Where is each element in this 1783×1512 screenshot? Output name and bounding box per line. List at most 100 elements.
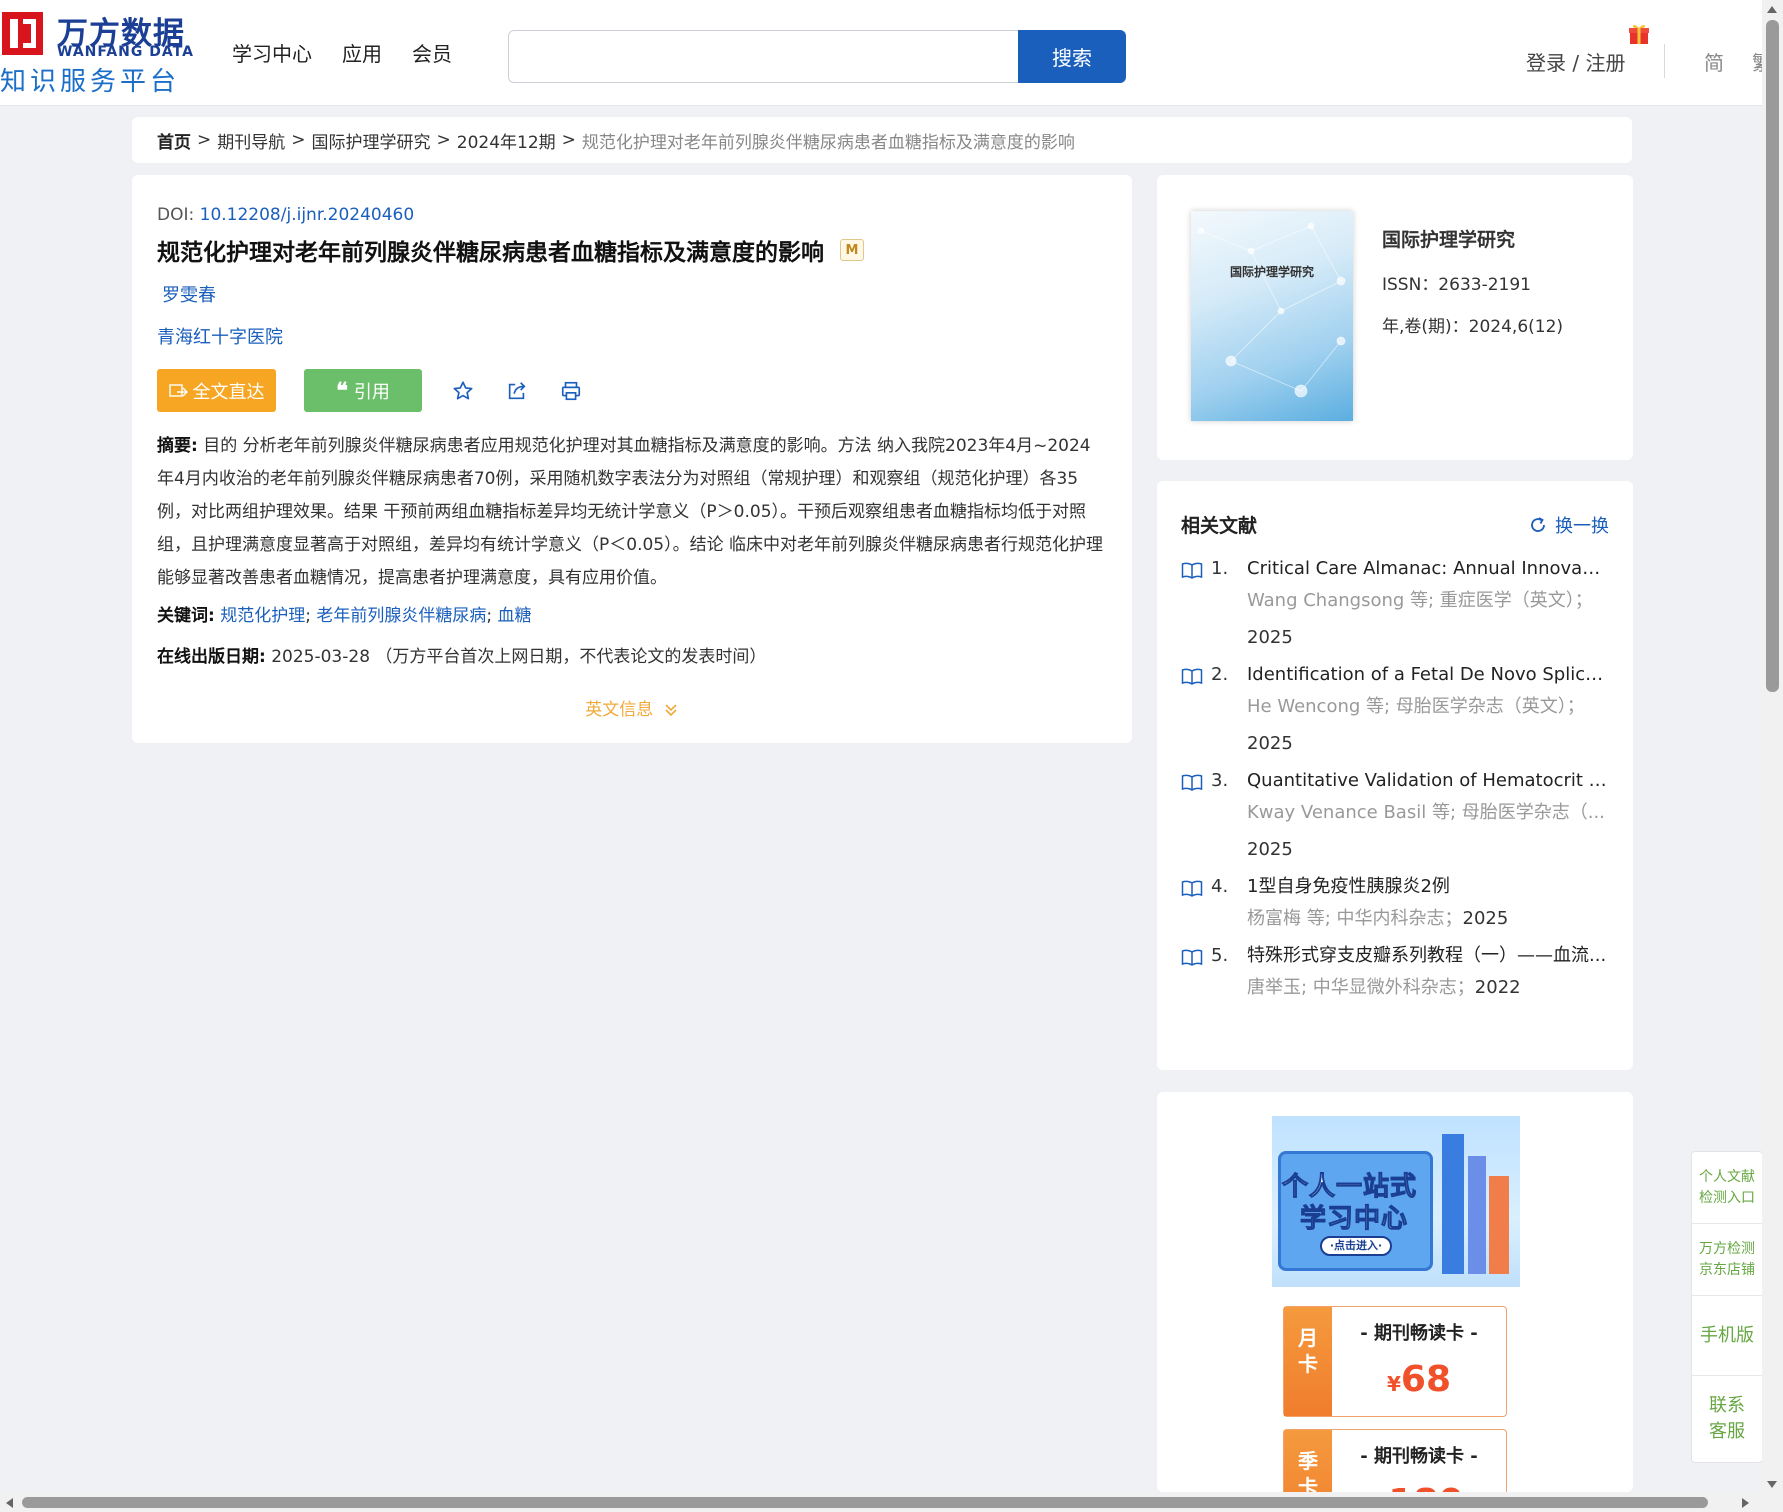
item-number: 5. xyxy=(1211,945,1229,966)
related-literature-card: 相关文献 换一换 1. Critical Care Almanac: Annua… xyxy=(1157,481,1633,1070)
card-type-label: 月卡 xyxy=(1298,1326,1318,1376)
journal-name-link[interactable]: 国际护理学研究 xyxy=(1382,225,1515,252)
nav-membership[interactable]: 会员 xyxy=(412,38,452,67)
organization-link[interactable]: 青海红十字医院 xyxy=(157,323,1107,349)
online-publish-date: 在线出版日期: 2025-03-28 （万方平台首次上网日期，不代表论文的发表时… xyxy=(157,642,1107,667)
list-item[interactable]: 3. Quantitative Validation of Hematocrit… xyxy=(1181,768,1609,868)
personal-check-entry[interactable]: 个人文献检测入口 xyxy=(1692,1152,1762,1224)
related-header: 相关文献 换一换 xyxy=(1181,511,1609,538)
keyword-link[interactable]: 规范化护理 xyxy=(220,606,305,626)
main-nav: 学习中心 应用 会员 xyxy=(232,38,452,67)
breadcrumb-journal[interactable]: 国际护理学研究 xyxy=(312,128,431,153)
abstract: 摘要: 目的 分析老年前列腺炎伴糖尿病患者应用规范化护理对其血糖指标及满意度的影… xyxy=(157,430,1107,595)
quote-icon: ❝ xyxy=(336,377,348,403)
monthly-card-offer[interactable]: 月卡 - 期刊畅读卡 - ¥68 xyxy=(1283,1306,1507,1417)
related-title-link[interactable]: Identification of a Fetal De Novo Splice… xyxy=(1247,662,1607,688)
fulltext-label: 全文直达 xyxy=(192,381,265,402)
journal-volume: 年,卷(期)：2024,6(12) xyxy=(1382,317,1564,337)
doi-label: DOI: xyxy=(157,205,195,225)
cover-network-pattern xyxy=(1197,222,1346,398)
card-type-label: 季卡 xyxy=(1298,1449,1318,1492)
related-title-link[interactable]: 1型自身免疫性胰腺炎2例 xyxy=(1247,874,1607,900)
journal-cover-image[interactable]: 国际护理学研究 xyxy=(1191,211,1353,421)
list-item[interactable]: 1. Critical Care Almanac: Annual Innovat… xyxy=(1181,556,1609,656)
favorite-star-icon[interactable] xyxy=(450,378,476,404)
refresh-button[interactable]: 换一换 xyxy=(1529,512,1609,538)
search-input[interactable] xyxy=(508,30,1018,83)
related-year: 2025 xyxy=(1462,908,1509,929)
quarterly-card-offer[interactable]: 季卡 - 期刊畅读卡 - ¥180 xyxy=(1283,1429,1507,1492)
horizontal-scroll-thumb[interactable] xyxy=(22,1497,1708,1508)
banner-headline-2: 学习中心 xyxy=(1299,1204,1409,1235)
lang-traditional[interactable]: 繁 xyxy=(1752,47,1762,76)
currency-symbol: ¥ xyxy=(1386,1372,1401,1396)
breadcrumb-journal-nav[interactable]: 期刊导航 xyxy=(217,128,285,153)
mobile-version-link[interactable]: 手机版 xyxy=(1692,1296,1762,1376)
keywords: 关键词: 规范化护理; 老年前列腺炎伴糖尿病; 血糖 xyxy=(157,601,1107,626)
nav-apps[interactable]: 应用 xyxy=(342,38,382,67)
vertical-scrollbar[interactable] xyxy=(1762,0,1783,1512)
item-number: 2. xyxy=(1211,664,1229,685)
pubdate-note: （万方平台首次上网日期，不代表论文的发表时间） xyxy=(375,647,767,667)
related-authors-source: 唐举玉; 中华显微外科杂志； xyxy=(1247,977,1475,998)
scroll-left-arrow-icon[interactable] xyxy=(6,1498,13,1508)
contact-service-link[interactable]: 联系客服 xyxy=(1692,1376,1762,1462)
related-list: 1. Critical Care Almanac: Annual Innovat… xyxy=(1181,556,1609,1006)
nav-learning-center[interactable]: 学习中心 xyxy=(232,38,312,67)
cite-button[interactable]: ❝ 引用 xyxy=(304,369,422,412)
card-price: ¥68 xyxy=(1332,1359,1506,1400)
side-toolbar: 个人文献检测入口 万方检测京东店铺 手机版 联系客服 xyxy=(1691,1151,1763,1463)
fulltext-icon xyxy=(168,383,188,397)
logo-subtitle: 知识服务平台 xyxy=(0,67,181,97)
cover-title: 国际护理学研究 xyxy=(1229,265,1314,279)
book-icon xyxy=(1181,880,1203,897)
related-meta: Wang Changsong 等; 重症医学（英文）； 2025 xyxy=(1247,582,1607,656)
banner-enter-button[interactable]: ·点击进入· xyxy=(1320,1236,1392,1256)
doi-link[interactable]: 10.12208/j.ijnr.20240460 xyxy=(200,205,415,225)
journal-issn: ISSN：2633-2191 xyxy=(1382,275,1531,295)
print-icon[interactable] xyxy=(558,378,584,404)
vertical-scroll-thumb[interactable] xyxy=(1766,20,1779,692)
scroll-down-arrow-icon[interactable] xyxy=(1767,1481,1777,1488)
english-info-label: 英文信息 xyxy=(585,700,654,720)
breadcrumb-separator: > xyxy=(197,130,212,150)
keyword-link[interactable]: 老年前列腺炎伴糖尿病 xyxy=(316,606,486,626)
m-badge-icon[interactable]: M xyxy=(840,239,864,261)
related-title-link[interactable]: 特殊形式穿支皮瓣系列教程（一）——血流... xyxy=(1247,943,1607,969)
keywords-label: 关键词: xyxy=(157,606,215,626)
gift-icon[interactable] xyxy=(1627,22,1651,46)
list-item[interactable]: 5. 特殊形式穿支皮瓣系列教程（一）——血流... 唐举玉; 中华显微外科杂志；… xyxy=(1181,943,1609,1006)
search-button[interactable]: 搜索 xyxy=(1018,30,1126,83)
wanfang-logo[interactable]: 万方数据 WANFANG DATA 知识服务平台 xyxy=(0,8,193,97)
list-item[interactable]: 2. Identification of a Fetal De Novo Spl… xyxy=(1181,662,1609,762)
login-register-link[interactable]: 登录 / 注册 xyxy=(1526,47,1625,76)
related-year: 2025 xyxy=(1247,733,1293,754)
keyword-separator: ; xyxy=(486,606,493,626)
pubdate-value: 2025-03-28 xyxy=(271,647,371,667)
keyword-link[interactable]: 血糖 xyxy=(498,606,532,626)
related-meta: Kway Venance Basil 等; 母胎医学杂志（... 2025 xyxy=(1247,794,1607,868)
horizontal-scrollbar[interactable] xyxy=(0,1493,1783,1512)
top-header: 万方数据 WANFANG DATA 知识服务平台 学习中心 应用 会员 搜索 登… xyxy=(0,0,1762,106)
scroll-right-arrow-icon[interactable] xyxy=(1742,1498,1749,1508)
author-link[interactable]: 罗雯春 xyxy=(162,281,1107,307)
breadcrumb-separator: > xyxy=(436,130,451,150)
related-title-link[interactable]: Critical Care Almanac: Annual Innovation… xyxy=(1247,556,1607,582)
card-type-tag: 月卡 xyxy=(1284,1307,1332,1416)
related-authors-source: Kway Venance Basil 等; 母胎医学杂志（... xyxy=(1247,802,1605,823)
book-icon xyxy=(1181,668,1203,685)
english-info-toggle[interactable]: 英文信息 xyxy=(132,695,1132,720)
jd-store-link[interactable]: 万方检测京东店铺 xyxy=(1692,1224,1762,1296)
logo-mark-icon xyxy=(2,12,43,55)
breadcrumb-home[interactable]: 首页 xyxy=(157,128,191,153)
learning-center-banner[interactable]: 个人一站式 学习中心 ·点击进入· xyxy=(1272,1116,1520,1287)
list-item[interactable]: 4. 1型自身免疫性胰腺炎2例 杨富梅 等; 中华内科杂志；2025 xyxy=(1181,874,1609,937)
breadcrumb-issue[interactable]: 2024年12期 xyxy=(457,128,556,153)
scroll-up-arrow-icon[interactable] xyxy=(1767,6,1777,13)
related-title-link[interactable]: Quantitative Validation of Hematocrit Pe… xyxy=(1247,768,1607,794)
share-icon[interactable] xyxy=(504,378,530,404)
fulltext-button[interactable]: 全文直达 xyxy=(157,369,276,412)
book-icon xyxy=(1181,949,1203,966)
lang-simplified[interactable]: 简 xyxy=(1704,47,1724,76)
related-year: 2025 xyxy=(1247,627,1293,648)
